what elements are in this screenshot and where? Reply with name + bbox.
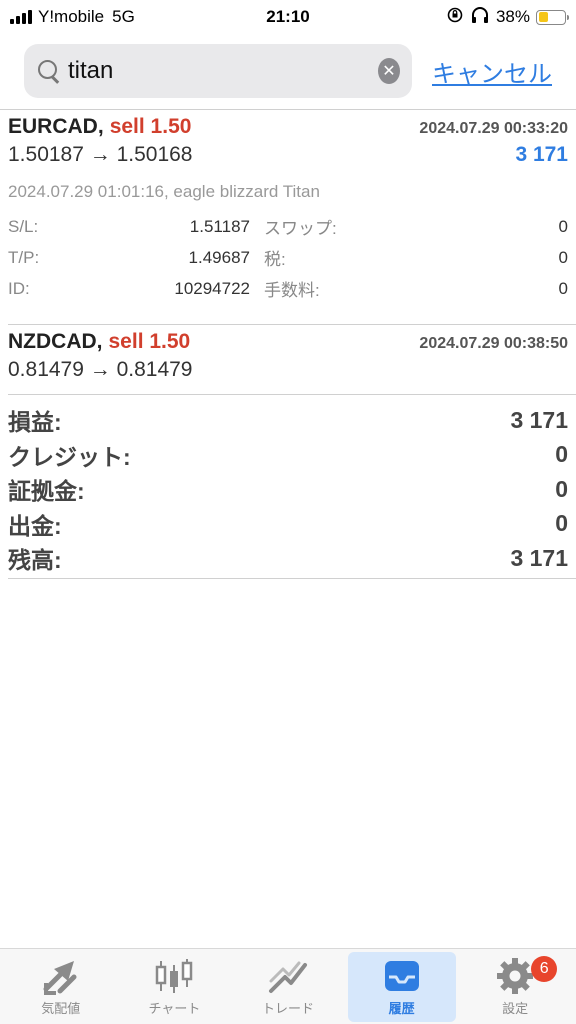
tab-label: トレード — [261, 1001, 314, 1016]
deal-side-volume: sell 1.50 — [109, 115, 192, 138]
cancel-button[interactable]: キャンセル — [432, 54, 552, 89]
summary-value: 0 — [555, 510, 568, 537]
summary-deposit-row: 証拠金: 0 — [8, 472, 568, 507]
status-bar: Y!mobile 5G 21:10 38% — [0, 0, 576, 34]
search-icon — [36, 58, 58, 84]
tab-label: チャート — [148, 1001, 201, 1016]
divider — [8, 324, 576, 325]
detail-row: ID: 10294722 手数料: 0 — [8, 273, 568, 304]
detail-row: S/L: 1.51187 スワップ: 0 — [8, 211, 568, 242]
detail-label: 手数料: — [264, 281, 320, 300]
summary-value: 3 171 — [510, 406, 568, 433]
search-field-container[interactable]: ✕ — [24, 44, 412, 98]
detail-value: 10294722 — [174, 278, 250, 298]
tab-label: 履歴 — [388, 1001, 415, 1016]
deal-symbol: EURCAD — [8, 115, 98, 138]
tab-bar: 気配値 チャート トレード 履歴 設定 6 — [0, 948, 576, 1024]
divider — [8, 578, 576, 579]
deal-time: 2024.07.29 00:33:20 — [419, 120, 568, 137]
detail-value: 0 — [558, 247, 568, 267]
summary-value: 0 — [555, 475, 568, 502]
tab-chart[interactable]: チャート — [120, 952, 228, 1022]
tab-label: 気配値 — [41, 1001, 81, 1016]
detail-value: 0 — [558, 216, 568, 236]
deal-row-2[interactable]: NZDCAD , sell 1.50 2024.07.29 00:38:50 0… — [8, 330, 568, 392]
detail-row: T/P: 1.49687 税: 0 — [8, 242, 568, 273]
summary-label: 残高: — [8, 547, 62, 574]
summary-profit-row: 損益: 3 171 — [8, 403, 568, 438]
cellular-signal-icon — [10, 10, 32, 24]
detail-value: 1.49687 — [188, 247, 250, 267]
detail-label: 税: — [264, 250, 286, 269]
battery-icon — [536, 9, 569, 25]
summary-credit-row: クレジット: 0 — [8, 438, 568, 473]
deal-side-volume: sell 1.50 — [108, 330, 191, 353]
deal-prices: 0.81479 → 0.81479 — [8, 358, 193, 381]
carrier-name: Y!mobile — [38, 7, 105, 26]
summary-value: 0 — [555, 441, 568, 468]
candlestick-chart-icon — [152, 956, 196, 996]
battery-percent: 38% — [495, 7, 530, 26]
detail-label: T/P: — [8, 247, 40, 267]
deal-row-1[interactable]: EURCAD , sell 1.50 2024.07.29 00:33:20 1… — [8, 115, 568, 304]
detail-label: ID: — [8, 278, 30, 298]
summary-label: クレジット: — [8, 443, 131, 470]
deal-prices: 1.50187 → 1.50168 — [8, 143, 193, 166]
divider — [0, 109, 576, 110]
divider — [8, 394, 576, 395]
deal-profit: 3 171 — [515, 143, 568, 166]
tab-label: 設定 — [502, 1001, 529, 1016]
summary-balance-row: 残高: 3 171 — [8, 541, 568, 576]
deal-symbol: NZDCAD — [8, 330, 97, 353]
summary-label: 出金: — [8, 512, 62, 539]
detail-label: S/L: — [8, 216, 39, 236]
trade-line-icon — [266, 956, 310, 996]
tab-history[interactable]: 履歴 — [347, 951, 456, 1022]
quotes-arrows-icon — [39, 956, 83, 996]
deal-details: S/L: 1.51187 スワップ: 0 T/P: 1.49687 税: 0 I… — [8, 211, 568, 304]
detail-value: 0 — [558, 278, 568, 298]
orientation-lock-icon — [446, 6, 464, 29]
inbox-tray-icon — [380, 956, 424, 996]
deal-separator: , — [96, 330, 103, 353]
account-summary: 損益: 3 171 クレジット: 0 証拠金: 0 出金: 0 残高: 3 17… — [8, 403, 568, 576]
network-type: 5G — [112, 7, 135, 26]
summary-value: 3 171 — [510, 544, 568, 571]
tab-quotes[interactable]: 気配値 — [7, 952, 115, 1022]
tab-settings[interactable]: 設定 6 — [461, 952, 569, 1022]
deal-time: 2024.07.29 00:38:50 — [419, 335, 568, 352]
tab-trade[interactable]: トレード — [234, 952, 342, 1022]
summary-label: 損益: — [8, 409, 62, 436]
clear-search-icon[interactable]: ✕ — [378, 58, 400, 84]
gear-icon — [493, 956, 537, 996]
deal-separator: , — [97, 115, 104, 138]
search-input[interactable] — [68, 57, 378, 85]
headphones-icon — [470, 6, 490, 29]
search-bar: ✕ キャンセル — [0, 42, 576, 100]
notification-badge: 6 — [531, 955, 558, 982]
deal-comment: 2024.07.29 01:01:16, eagle blizzard Tita… — [8, 182, 320, 201]
detail-label: スワップ: — [264, 219, 337, 238]
detail-value: 1.51187 — [189, 216, 250, 236]
summary-label: 証拠金: — [8, 478, 85, 505]
summary-withdrawal-row: 出金: 0 — [8, 507, 568, 542]
